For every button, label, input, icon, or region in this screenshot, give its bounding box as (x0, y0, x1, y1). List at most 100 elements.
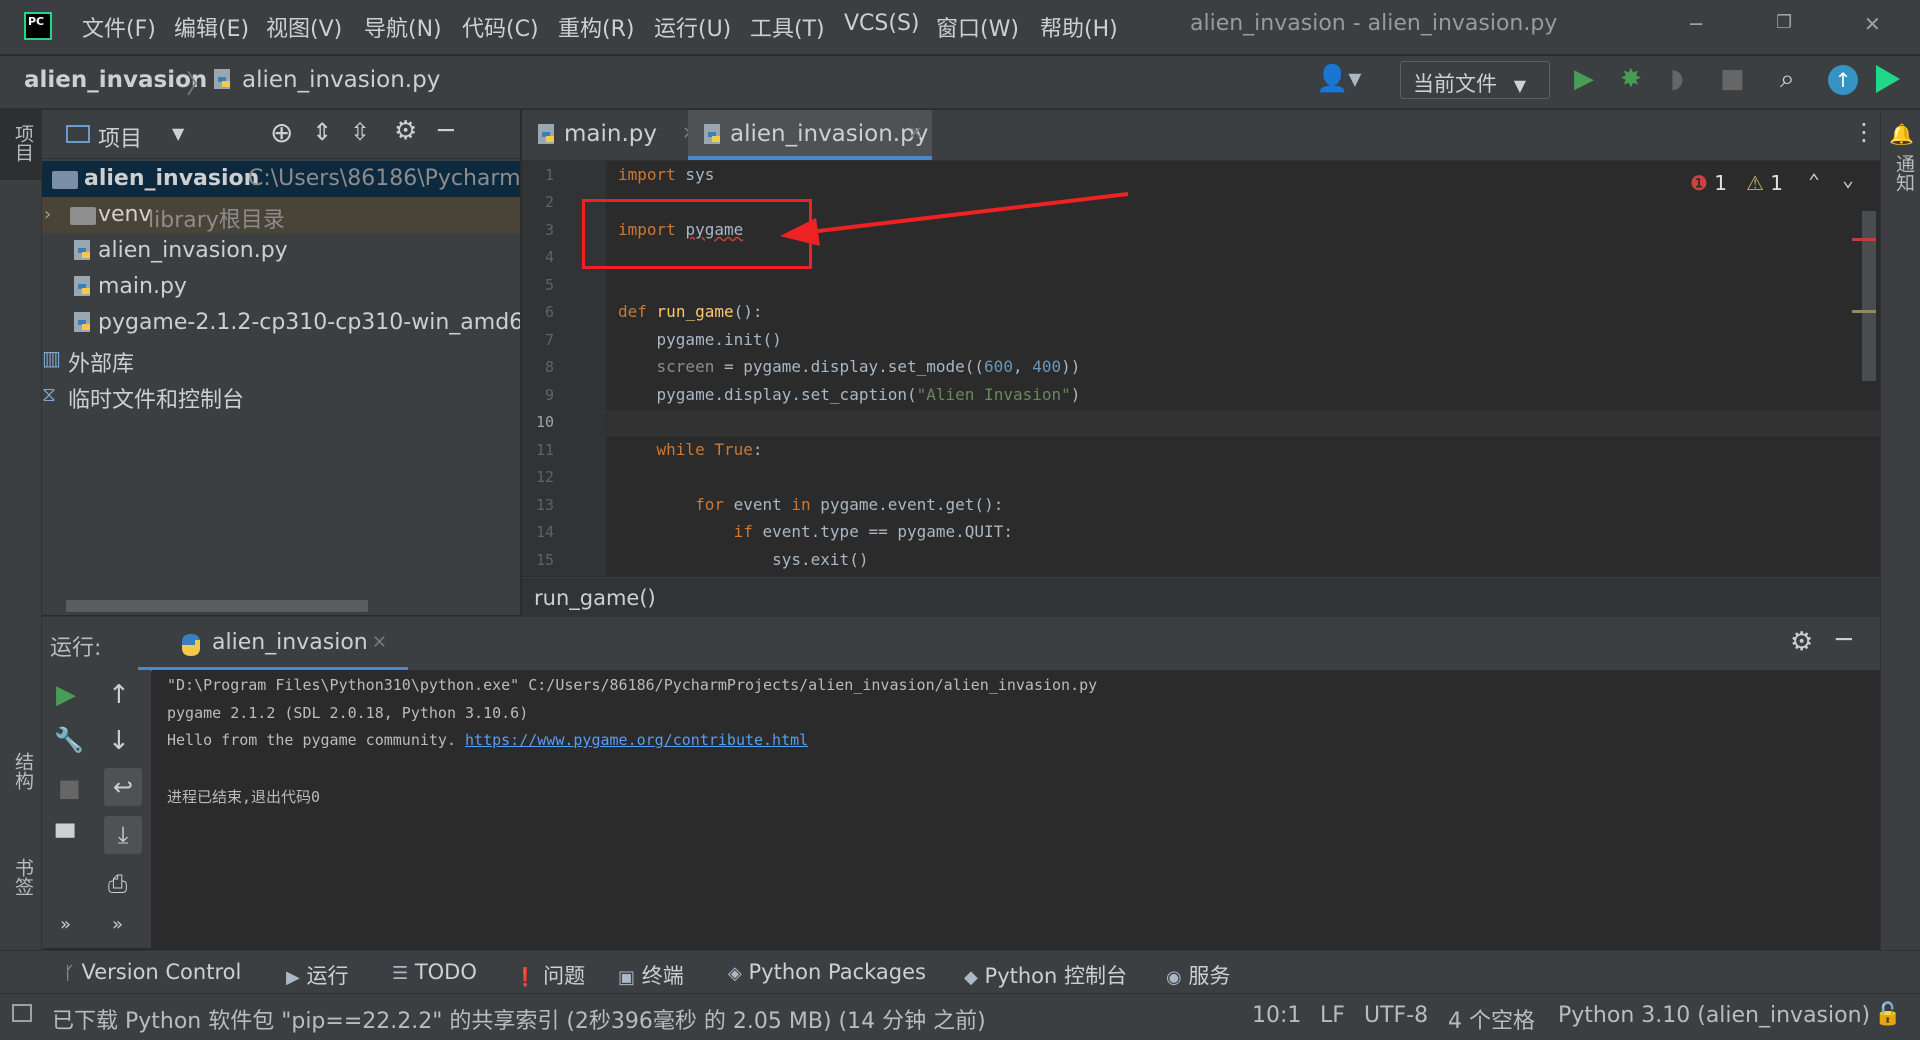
menu-help[interactable]: 帮助(H) (1040, 11, 1118, 43)
status-message[interactable]: 已下载 Python 软件包 "pip==22.2.2" 的共享索引 (2秒39… (52, 1003, 986, 1035)
close-tab-icon[interactable]: ✕ (908, 123, 923, 144)
hide-panel-icon[interactable]: ─ (1836, 625, 1852, 655)
locate-icon[interactable]: ⊕ (270, 116, 293, 149)
tool-tab-run[interactable]: ▶ 运行 (286, 960, 349, 990)
tree-item-file[interactable]: pygame-2.1.2-cp310-cp310-win_amd6 (42, 305, 520, 341)
tab-main-py[interactable]: main.py ✕ (536, 110, 706, 160)
line-separator[interactable]: LF (1320, 1003, 1345, 1028)
panel-toggle-icon[interactable] (12, 1004, 32, 1022)
editor-breadcrumb-bar: run_game() (522, 577, 1880, 616)
project-panel-title[interactable]: 项目 (98, 121, 142, 153)
update-icon[interactable]: ↑ (1828, 65, 1858, 95)
more-tabs-icon[interactable]: ⋮ (1852, 118, 1876, 146)
editor-scrollbar[interactable] (1862, 211, 1876, 381)
tree-item-file[interactable]: alien_invasion.py (42, 233, 520, 269)
print-icon[interactable]: ⎙ (108, 870, 127, 898)
warning-count[interactable]: ⚠ 1 (1746, 171, 1783, 195)
project-tool-button[interactable]: 项目 (0, 110, 41, 180)
menu-edit[interactable]: 编辑(E) (174, 11, 249, 43)
more-icon[interactable]: » (112, 914, 123, 935)
stop-icon[interactable]: ■ (1720, 64, 1745, 94)
user-icon[interactable]: 👤▾ (1316, 64, 1361, 94)
search-icon[interactable]: ⌕ (1780, 64, 1795, 95)
tool-tab-services[interactable]: ◉ 服务 (1166, 960, 1230, 990)
tool-tab-problems[interactable]: ❗ 问题 (514, 960, 585, 990)
chevron-down-icon[interactable]: ⌄ (1842, 167, 1854, 191)
tool-tab-version-control[interactable]: ᚴ Version Control (64, 960, 241, 984)
arrow-down-icon[interactable]: ↓ (108, 726, 130, 756)
notifications-icon[interactable]: 🔔 (1889, 122, 1914, 146)
library-icon: ▥ (42, 346, 61, 370)
code-line: while True: (656, 440, 763, 459)
menu-refactor[interactable]: 重构(R) (558, 11, 634, 43)
hide-panel-icon[interactable]: ─ (438, 116, 454, 146)
menu-code[interactable]: 代码(C) (462, 11, 539, 43)
tree-item-external-libs[interactable]: ▥ 外部库 (42, 341, 520, 377)
stop-icon[interactable]: ■ (58, 774, 81, 802)
layout-icon[interactable]: ▀ (56, 824, 74, 852)
gear-icon[interactable]: ⚙ (1790, 627, 1813, 657)
chevron-right-icon[interactable]: › (44, 204, 51, 225)
breadcrumb-file[interactable]: alien_invasion.py (242, 67, 440, 93)
menu-run[interactable]: 运行(U) (654, 11, 731, 43)
expand-all-icon[interactable]: ⇕ (312, 118, 332, 146)
tree-item-file[interactable]: main.py (42, 269, 520, 305)
console-output[interactable]: "D:\Program Files\Python310\python.exe" … (152, 670, 1880, 948)
tab-alien-invasion-py[interactable]: alien_invasion.py ✕ (688, 110, 932, 160)
chevron-down-icon[interactable]: ▼ (172, 124, 184, 143)
collapse-all-icon[interactable]: ⇳ (350, 118, 370, 146)
tree-item-root[interactable]: alien_invasion C:\Users\86186\PycharmP (42, 161, 520, 197)
tree-item-venv[interactable]: › venv library根目录 (42, 197, 520, 233)
menu-window[interactable]: 窗口(W) (936, 11, 1019, 43)
minimize-icon[interactable]: ─ (1690, 12, 1702, 36)
line-number: 13 (535, 496, 554, 514)
structure-tool-label[interactable]: 结构 (10, 752, 37, 790)
menu-vcs[interactable]: VCS(S) (844, 11, 920, 36)
tool-tab-label: Version Control (81, 960, 242, 984)
run-config-label: 当前文件 (1413, 72, 1497, 96)
error-stripe-marker[interactable] (1852, 238, 1876, 241)
python-interpreter[interactable]: Python 3.10 (alien_invasion) (1558, 1003, 1870, 1028)
coverage-icon[interactable]: ◗ (1670, 64, 1684, 94)
run-icon[interactable]: ▶ (1574, 64, 1594, 94)
soft-wrap-icon[interactable]: ↩ (104, 768, 142, 806)
notifications-label[interactable]: 通知 (1891, 154, 1918, 192)
error-count[interactable]: ❶ 1 (1690, 171, 1727, 195)
chevron-up-icon[interactable]: ⌃ (1808, 169, 1820, 193)
warning-stripe-marker[interactable] (1852, 310, 1876, 313)
gear-icon[interactable]: ⚙ (394, 116, 417, 146)
lock-icon[interactable]: 🔓 (1874, 1002, 1901, 1027)
tool-tab-python-console[interactable]: ◆ Python 控制台 (964, 960, 1127, 990)
function-breadcrumb[interactable]: run_game() (534, 586, 656, 610)
file-encoding[interactable]: UTF-8 (1364, 1003, 1428, 1028)
run-config-selector[interactable]: 当前文件 ▼ (1400, 61, 1550, 99)
restore-icon[interactable]: ❐ (1776, 12, 1792, 33)
bookmarks-tool-label[interactable]: 书签 (10, 858, 37, 896)
indent-setting[interactable]: 4 个空格 (1448, 1003, 1535, 1035)
close-window-icon[interactable]: ✕ (1864, 12, 1881, 36)
tool-tab-python-packages[interactable]: ◈ Python Packages (728, 960, 926, 984)
run-tab[interactable]: alien_invasion ✕ (138, 617, 408, 671)
breadcrumb-project[interactable]: alien_invasion (24, 67, 207, 93)
tool-tab-terminal[interactable]: ▣ 终端 (618, 960, 684, 990)
rerun-icon[interactable]: ▶ (56, 680, 76, 710)
menu-navigate[interactable]: 导航(N) (364, 11, 442, 43)
caret-position[interactable]: 10:1 (1252, 1003, 1301, 1028)
horizontal-scrollbar[interactable] (66, 600, 368, 612)
line-number: 8 (544, 358, 554, 376)
caret-row-highlight (606, 410, 1880, 437)
wrench-icon[interactable]: 🔧 (54, 726, 84, 754)
pygame-contribute-link[interactable]: https://www.pygame.org/contribute.html (465, 731, 808, 749)
close-tab-icon[interactable]: ✕ (372, 632, 387, 653)
right-tool-strip: 🔔 通知 (1880, 110, 1920, 950)
jetbrains-logo-icon[interactable] (1876, 65, 1900, 93)
more-icon[interactable]: » (60, 914, 71, 935)
menu-file[interactable]: 文件(F) (82, 11, 156, 43)
menu-tools[interactable]: 工具(T) (750, 11, 825, 43)
tree-item-scratches[interactable]: ⧖ 临时文件和控制台 (42, 377, 520, 413)
menu-view[interactable]: 视图(V) (266, 11, 342, 43)
tool-tab-todo[interactable]: ☰ TODO (392, 960, 477, 984)
debug-icon[interactable]: ✸ (1620, 64, 1642, 94)
arrow-up-icon[interactable]: ↑ (108, 680, 130, 710)
scroll-to-end-icon[interactable]: ⤓ (104, 816, 142, 854)
